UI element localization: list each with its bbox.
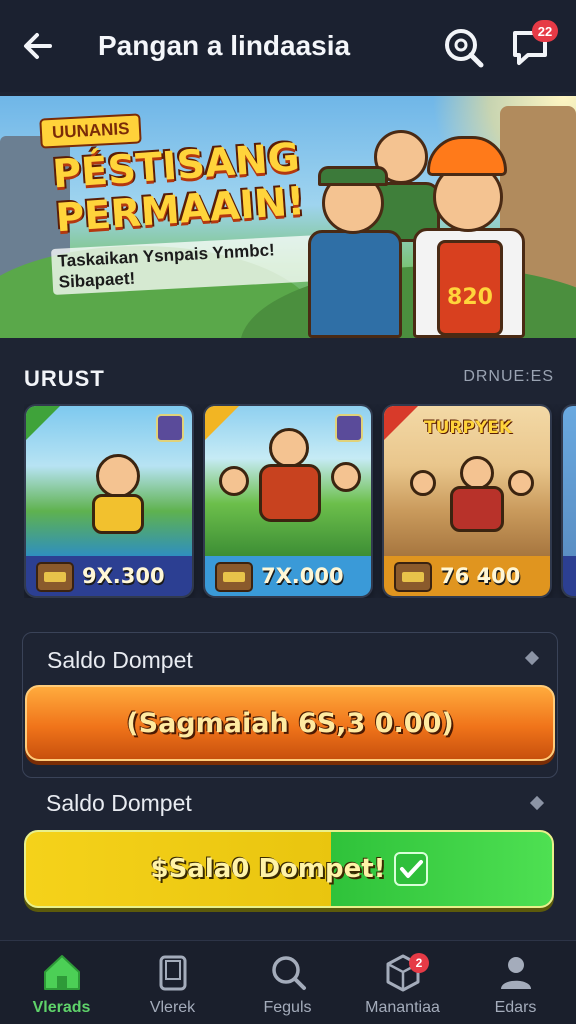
card-price: 7X.000 [261,564,344,588]
game-card[interactable]: 7X.000 [203,404,373,598]
user-icon [501,957,531,989]
wallet-label: Saldo Dompet [46,790,192,816]
nav-item-inbox[interactable]: 2 Manantiaa [345,941,460,1024]
nav-item-profile[interactable]: Edars [458,941,573,1024]
character-badge-icon [215,562,253,592]
section-title: URUST [24,366,105,391]
see-more-link[interactable]: DRNUE:ES [463,368,554,386]
game-thumbnail [563,406,576,556]
game-card-partial[interactable] [561,404,576,598]
card-price: 9X.300 [82,564,165,588]
nav-badge: 2 [409,953,429,973]
wallet-label: Saldo Dompet [47,647,193,673]
wallet-icon [159,955,187,991]
bottom-navigation: Vlerads Vlerek Feguls 2 Manantiaa Edars [0,940,576,1024]
balance-button[interactable]: (Sagmaiah 6S,3 0.00) [25,685,555,761]
banner-character-soldier [300,166,410,338]
balance-button-label: (Sagmaiah 6S,3 0.00) [126,707,454,739]
card-title: TURPYEK [424,418,513,438]
home-icon [44,955,80,990]
nav-label: Manantiaa [365,999,440,1016]
diamond-icon [529,795,545,811]
nav-item-search[interactable]: Feguls [230,941,345,1024]
level-icon [335,414,363,442]
checkmark-icon [393,852,428,886]
card-footer [563,556,576,596]
search-icon [445,29,484,68]
treasure-chest-icon [36,562,74,592]
nav-item-home[interactable]: Vlerads [4,941,119,1024]
wallet-panel: Saldo Dompet (Sagmaiah 6S,3 0.00) [22,632,558,778]
game-card[interactable]: TURPYEK 76 400 [382,404,552,598]
nav-label: Edars [494,999,537,1016]
notification-badge: 22 [532,20,558,42]
diamond-icon [524,650,540,666]
banner-character-hero: 820 [405,136,535,338]
nav-label: Vlerads [32,999,91,1016]
game-card[interactable]: 9X.300 [24,404,194,598]
game-carousel[interactable]: 9X.300 7X.000 TURPYEK 76 400 [24,404,576,598]
arrow-left-icon [24,33,52,59]
apron-number: 820 [447,285,493,310]
treasure-chest-icon [394,562,432,592]
level-icon [156,414,184,442]
nav-label: Feguls [263,999,312,1016]
search-button[interactable] [440,24,486,70]
topup-button-label: $Sala0 Dompet! [150,854,386,884]
page-title: Pangan a lindaasia [98,30,351,61]
card-price: 76 400 [440,564,521,588]
top-app-bar: Pangan a lindaasia 22 [0,0,576,92]
search-icon [272,956,306,990]
nav-item-wallet[interactable]: Vlerek [115,941,230,1024]
back-button[interactable] [18,26,58,66]
topup-button[interactable]: $Sala0 Dompet! [24,830,554,908]
promo-banner[interactable]: UUNANIS PÉSTISANG PERMAAIN! Taskaikan Ys… [0,96,576,338]
nav-label: Vlerek [149,999,196,1016]
banner-chip: UUNANIS [39,113,143,149]
banner-headline: PÉSTISANG PERMAAIN! [51,135,307,242]
messages-button[interactable]: 22 [508,20,558,70]
